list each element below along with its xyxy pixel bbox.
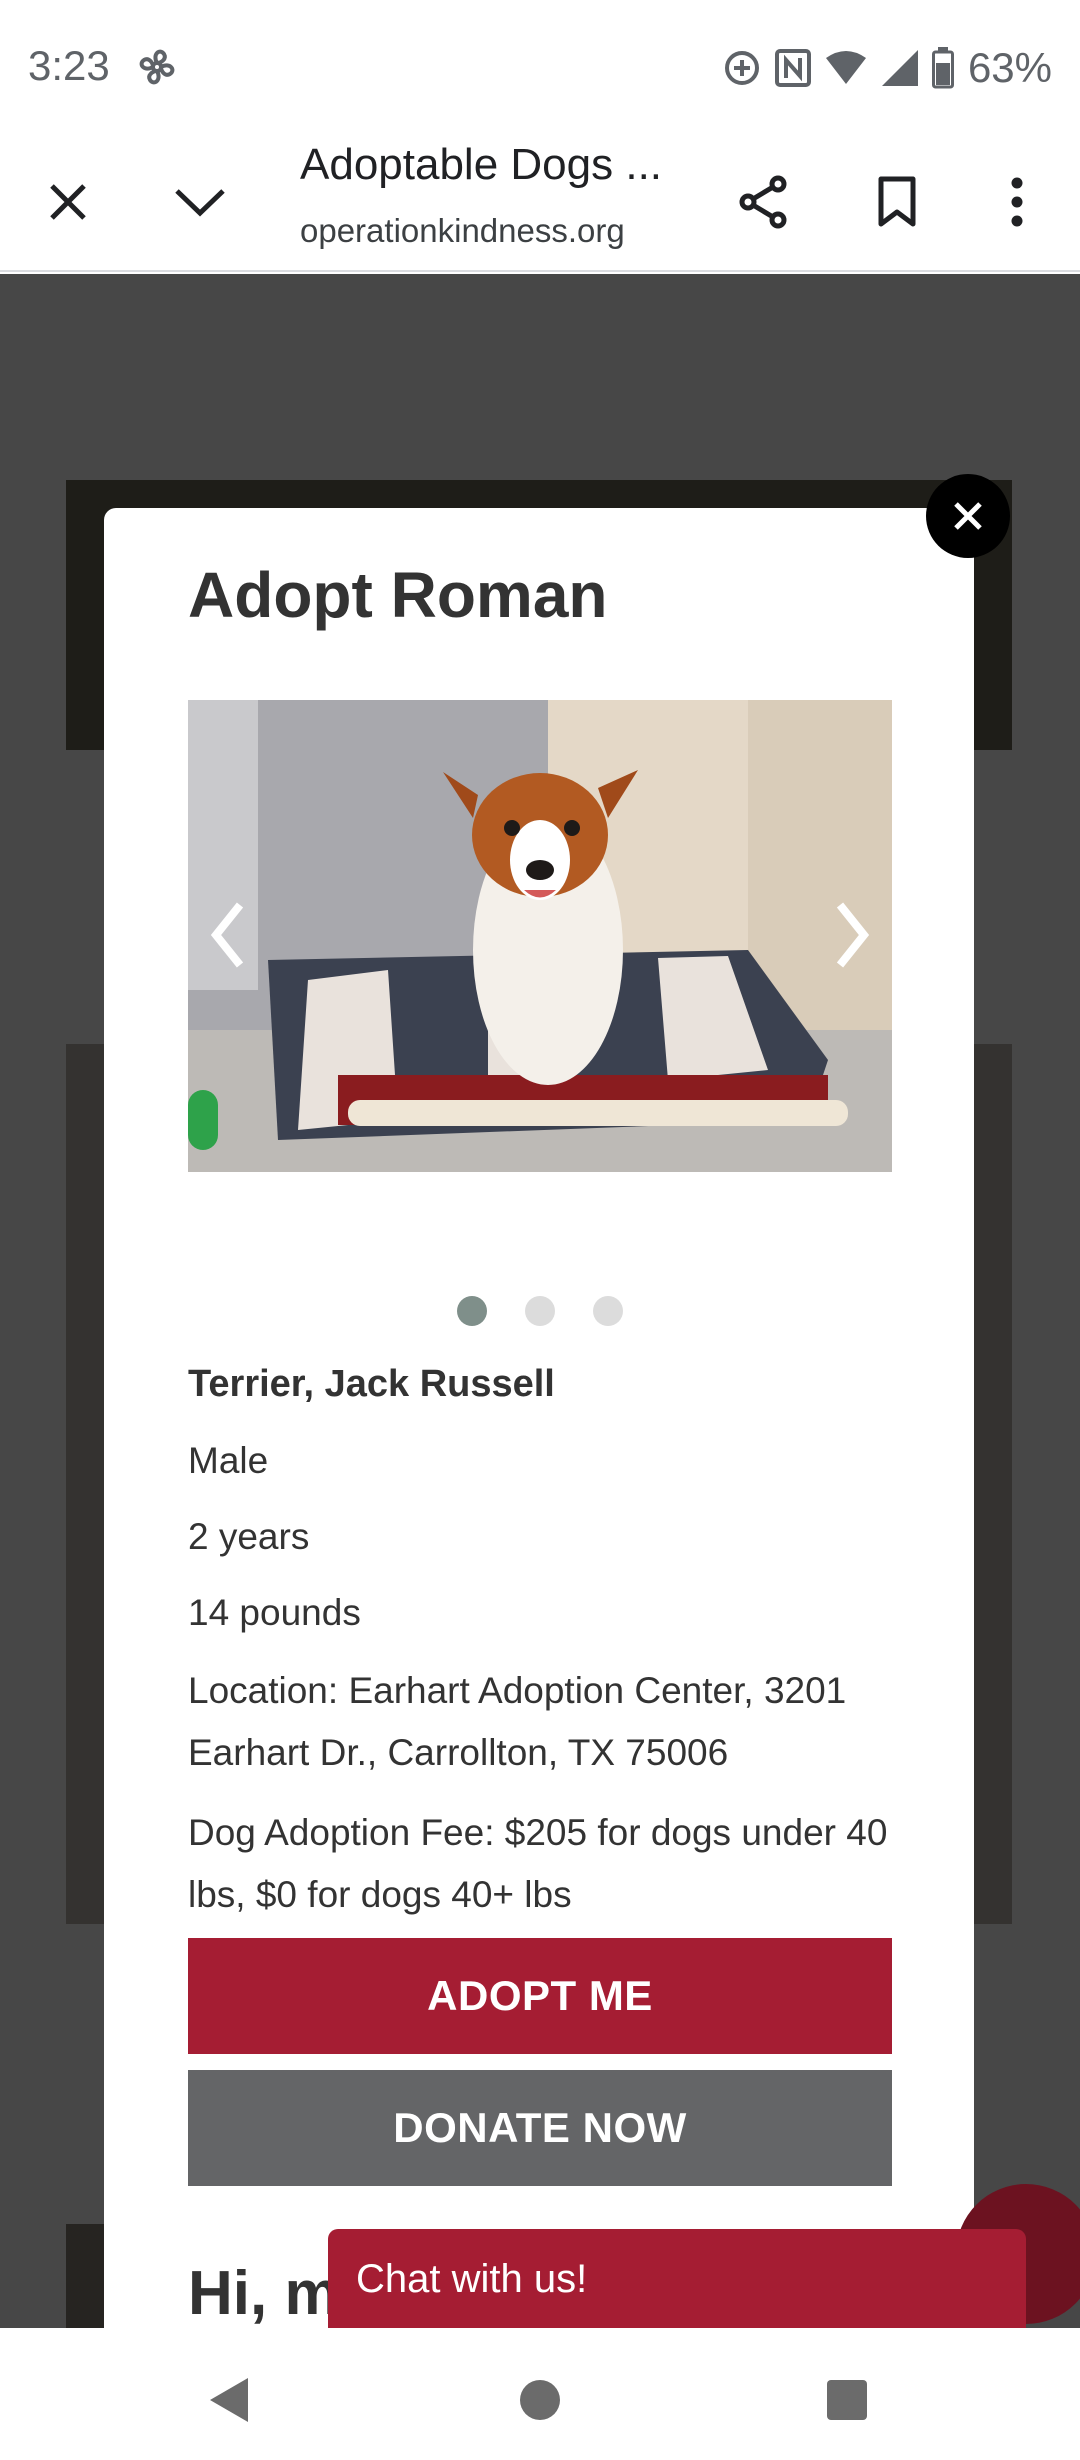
chat-label: Chat with us! <box>356 2257 588 2301</box>
browser-toolbar: Adoptable Dogs ... operationkindness.org <box>0 132 1080 272</box>
chat-with-us-button[interactable]: Chat with us! <box>328 2229 1026 2328</box>
chevron-right-icon <box>836 902 870 968</box>
previous-photo-button[interactable] <box>188 860 268 1010</box>
chevron-left-icon <box>210 902 244 968</box>
share-button[interactable] <box>722 160 806 244</box>
dog-weight: 14 pounds <box>188 1592 361 1633</box>
dog-details: Terrier, Jack Russell Male 2 years 14 po… <box>188 1356 898 1944</box>
dog-sex: Male <box>188 1440 269 1481</box>
dog-photo-carousel[interactable] <box>188 700 892 1172</box>
close-tab-button[interactable] <box>26 160 110 244</box>
donate-now-button[interactable]: DONATE NOW <box>188 2070 892 2186</box>
close-icon <box>954 502 982 530</box>
page-title: Adoptable Dogs ... <box>300 140 663 189</box>
back-icon <box>210 2378 248 2422</box>
adopt-modal: Adopt Roman Terrier, Jack Russell Male 2… <box>104 508 974 2328</box>
carousel-dot-2[interactable] <box>525 1296 555 1326</box>
close-icon <box>50 184 86 220</box>
status-time: 3:23 <box>28 42 110 89</box>
carousel-dot-3[interactable] <box>593 1296 623 1326</box>
more-options-button[interactable] <box>975 160 1059 244</box>
battery-icon <box>931 47 954 89</box>
carousel-dot-1[interactable] <box>457 1296 487 1326</box>
battery-percent: 63% <box>967 44 1052 91</box>
recents-icon <box>827 2380 867 2420</box>
modal-title: Adopt Roman <box>188 559 608 631</box>
chevron-down-icon <box>175 189 225 217</box>
close-modal-button[interactable] <box>926 474 1010 558</box>
bookmark-icon <box>878 176 916 227</box>
dog-photo <box>188 700 892 1172</box>
signal-icon <box>880 48 920 88</box>
home-button[interactable] <box>500 2360 580 2440</box>
adopt-me-button[interactable]: ADOPT ME <box>188 1938 892 2054</box>
greeting-heading: Hi, m <box>188 2259 340 2328</box>
fan-icon <box>134 44 180 90</box>
system-nav-bar <box>0 2328 1080 2460</box>
more-vert-icon <box>1011 177 1023 227</box>
dog-age: 2 years <box>188 1516 310 1557</box>
dog-location: Location: Earhart Adoption Center, 3201 … <box>188 1670 847 1773</box>
next-photo-button[interactable] <box>812 860 892 1010</box>
page-url[interactable]: operationkindness.org <box>300 212 680 250</box>
adoption-fee: Dog Adoption Fee: $205 for dogs under 40… <box>188 1812 888 1915</box>
recents-button[interactable] <box>807 2360 887 2440</box>
back-button[interactable] <box>190 2360 270 2440</box>
wifi-icon <box>824 48 868 88</box>
nfc-icon <box>774 48 812 88</box>
minimize-button[interactable] <box>158 160 242 244</box>
data-saver-icon <box>722 48 762 88</box>
bookmark-button[interactable] <box>855 160 939 244</box>
home-icon <box>520 2380 560 2420</box>
share-icon <box>739 175 787 229</box>
dog-breed: Terrier, Jack Russell <box>188 1363 555 1405</box>
status-bar: 3:23 63% <box>0 0 1080 132</box>
web-page: Adopt Roman Terrier, Jack Russell Male 2… <box>0 274 1080 2328</box>
carousel-dots <box>188 1296 892 1326</box>
